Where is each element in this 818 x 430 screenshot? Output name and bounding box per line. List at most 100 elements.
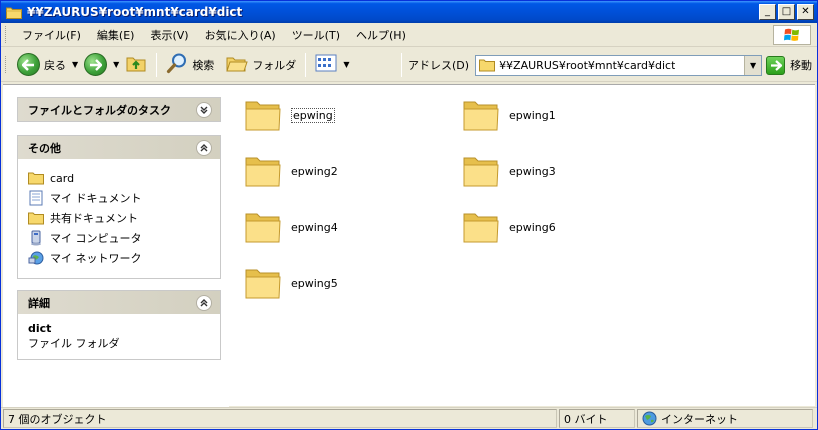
folder-item[interactable]: epwing4	[244, 209, 338, 245]
my-documents-icon	[28, 190, 44, 206]
menu-help[interactable]: ヘルプ(H)	[348, 27, 414, 43]
go-arrow-icon	[766, 55, 786, 75]
forward-arrow-icon	[84, 53, 108, 76]
folder-label: epwing2	[291, 164, 338, 178]
other-place-my-documents[interactable]: マイ ドキュメント	[28, 188, 210, 208]
views-button[interactable]: ▼	[312, 51, 352, 79]
window-controls: _ □ ✕	[759, 4, 814, 20]
minimize-icon: _	[765, 6, 770, 17]
forward-button[interactable]: ▼	[81, 51, 122, 79]
other-place-my-computer[interactable]: マイ コンピュータ	[28, 228, 210, 248]
minimize-button[interactable]: _	[759, 4, 776, 20]
status-objects-text: 7 個のオブジェクト	[8, 412, 107, 426]
toolbar-separator	[156, 52, 158, 77]
folder-item[interactable]: epwing3	[462, 153, 556, 189]
address-bar: アドレス(D) ¥¥ZAURUS¥root¥mnt¥card¥dict ▼ 移動	[401, 48, 812, 82]
folder-icon	[244, 209, 282, 245]
file-folder-tasks-header[interactable]: ファイルとフォルダのタスク	[18, 98, 220, 121]
back-label: 戻る	[44, 58, 66, 72]
folder-label: epwing1	[509, 108, 556, 122]
back-arrow-icon	[17, 53, 40, 76]
folder-label: epwing6	[509, 220, 556, 234]
toolbar-grip[interactable]	[5, 56, 8, 73]
status-object-count: 7 個のオブジェクト	[3, 409, 557, 428]
expand-chevron-icon[interactable]	[196, 101, 212, 118]
folder-icon	[6, 6, 22, 19]
my-computer-icon	[28, 230, 44, 246]
folder-icon	[462, 97, 500, 133]
folder-item[interactable]: epwing5	[244, 265, 338, 301]
menu-tools[interactable]: ツール(T)	[284, 27, 348, 43]
folder-item[interactable]: epwing	[244, 97, 335, 133]
other-place-label: マイ ネットワーク	[50, 252, 142, 265]
search-label: 検索	[192, 58, 215, 72]
folders-icon	[226, 52, 249, 77]
menu-edit[interactable]: 編集(E)	[89, 27, 143, 43]
maximize-icon: □	[781, 6, 792, 17]
details-item-name: dict	[28, 322, 52, 335]
other-place-label: card	[50, 171, 75, 185]
my-network-icon	[28, 250, 44, 266]
folder-label: epwing3	[509, 164, 556, 178]
go-button[interactable]: 移動	[766, 55, 813, 75]
details-panel: 詳細 dict ファイル フォルダ	[17, 290, 221, 360]
other-place-shared-documents[interactable]: 共有ドキュメント	[28, 208, 210, 228]
folder-icon	[244, 153, 282, 189]
folder-icon	[462, 209, 500, 245]
maximize-button[interactable]: □	[778, 4, 795, 20]
close-icon: ✕	[801, 6, 810, 17]
file-folder-tasks-title: ファイルとフォルダのタスク	[28, 103, 171, 117]
other-places-header[interactable]: その他	[18, 136, 220, 159]
details-body: dict ファイル フォルダ	[18, 314, 220, 359]
main-content: ファイルとフォルダのタスク その他 card マイ ドキュメント 共有ドキュメン…	[3, 84, 815, 407]
folders-button[interactable]: フォルダ	[223, 51, 299, 79]
menu-favorites[interactable]: お気に入り(A)	[197, 27, 284, 43]
explorer-window: ¥¥ZAURUS¥root¥mnt¥card¥dict _ □ ✕ ファイル(F…	[0, 0, 818, 430]
go-label: 移動	[790, 59, 813, 72]
details-item-type: ファイル フォルダ	[28, 337, 120, 350]
window-title: ¥¥ZAURUS¥root¥mnt¥card¥dict	[27, 5, 243, 19]
address-folder-icon	[479, 58, 496, 72]
toolbar-separator	[305, 52, 307, 77]
address-input[interactable]: ¥¥ZAURUS¥root¥mnt¥card¥dict ▼	[475, 54, 763, 76]
details-title: 詳細	[28, 296, 50, 310]
close-button[interactable]: ✕	[797, 4, 814, 20]
up-folder-button[interactable]	[122, 51, 150, 79]
other-place-label: マイ ドキュメント	[50, 192, 142, 205]
windows-logo-icon	[773, 25, 811, 45]
search-button[interactable]: 検索	[163, 51, 217, 79]
details-header[interactable]: 詳細	[18, 291, 220, 314]
forward-dropdown-icon[interactable]: ▼	[113, 60, 119, 69]
folder-item[interactable]: epwing6	[462, 209, 556, 245]
search-icon	[166, 52, 188, 77]
address-dropdown-icon[interactable]: ▼	[744, 55, 762, 75]
views-icon	[315, 53, 337, 76]
other-places-body: card マイ ドキュメント 共有ドキュメント マイ コンピュータ マイ ネット…	[18, 159, 220, 278]
address-separator	[401, 53, 402, 77]
menu-grip[interactable]	[5, 26, 8, 43]
title-bar[interactable]: ¥¥ZAURUS¥root¥mnt¥card¥dict _ □ ✕	[1, 1, 817, 23]
other-place-my-network[interactable]: マイ ネットワーク	[28, 248, 210, 268]
back-button[interactable]: 戻る ▼	[14, 51, 81, 79]
views-dropdown-icon[interactable]: ▼	[343, 60, 349, 69]
collapse-chevron-icon[interactable]	[196, 294, 212, 311]
status-zone-text: インターネット	[661, 412, 738, 426]
back-dropdown-icon[interactable]: ▼	[72, 60, 78, 69]
folder-item[interactable]: epwing2	[244, 153, 338, 189]
folder-label: epwing4	[291, 220, 338, 234]
other-place-card[interactable]: card	[28, 168, 210, 188]
menu-view[interactable]: 表示(V)	[142, 27, 196, 43]
folder-icon	[462, 153, 500, 189]
menu-file[interactable]: ファイル(F)	[14, 27, 89, 43]
other-places-panel: その他 card マイ ドキュメント 共有ドキュメント マイ コンピュータ マイ…	[17, 135, 221, 279]
folder-label: epwing	[291, 107, 335, 123]
folder-item[interactable]: epwing1	[462, 97, 556, 133]
file-folder-tasks-panel: ファイルとフォルダのタスク	[17, 97, 221, 122]
other-place-label: マイ コンピュータ	[50, 232, 142, 245]
collapse-chevron-icon[interactable]	[196, 139, 212, 156]
menu-bar: ファイル(F) 編集(E) 表示(V) お気に入り(A) ツール(T) ヘルプ(…	[1, 23, 817, 47]
address-value: ¥¥ZAURUS¥root¥mnt¥card¥dict	[499, 58, 676, 72]
up-folder-icon	[125, 52, 147, 77]
toolbar: 戻る ▼ ▼ 検索 フォルダ ▼ アドレス(D) ¥¥ZAURUS¥root¥m…	[1, 48, 817, 82]
folder-icon	[28, 170, 44, 186]
